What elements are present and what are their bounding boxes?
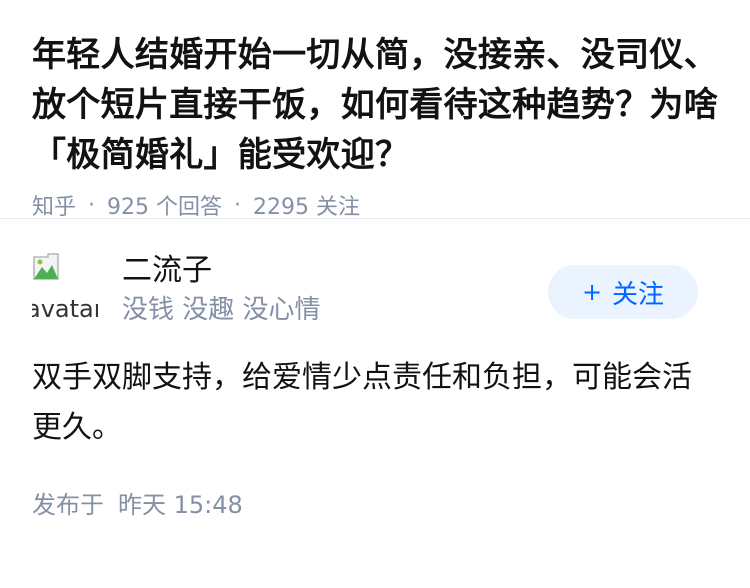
follow-button-label: 关注 — [612, 279, 665, 310]
question-meta: 知乎 · 925 个回答 · 2295 关注 — [32, 189, 718, 221]
plus-icon: + — [581, 278, 603, 306]
answer-card: avatar 二流子 没钱 没趣 没心情 + 关注 双手双脚支持，给爱情少点责任… — [0, 219, 750, 520]
publish-time: 发布于 昨天 15:48 — [32, 485, 718, 520]
author-bio: 没钱 没趣 没心情 — [122, 295, 321, 325]
source-label[interactable]: 知乎 — [32, 189, 76, 221]
question-header: 年轻人结婚开始一切从简，没接亲、没司仪、放个短片直接干饭，如何看待这种趋势？为啥… — [0, 0, 750, 221]
avatar[interactable]: avatar — [32, 253, 98, 319]
meta-separator: · — [88, 192, 96, 218]
broken-image-icon — [33, 253, 59, 280]
answers-count[interactable]: 925 个回答 — [107, 189, 222, 221]
author-name[interactable]: 二流子 — [122, 253, 548, 289]
follow-button[interactable]: + 关注 — [548, 265, 698, 319]
published-time: 昨天 15:48 — [118, 491, 243, 519]
author-row: avatar 二流子 没钱 没趣 没心情 + 关注 — [32, 253, 718, 333]
meta-separator: · — [234, 192, 242, 218]
followers-count: 2295 关注 — [253, 195, 360, 220]
avatar-alt-text: avatar — [32, 295, 98, 319]
author-info: 二流子 没钱 没趣 没心情 — [122, 253, 548, 327]
question-title[interactable]: 年轻人结婚开始一切从简，没接亲、没司仪、放个短片直接干饭，如何看待这种趋势？为啥… — [32, 30, 718, 180]
answer-content[interactable]: 双手双脚支持，给爱情少点责任和负担，可能会活更久。 — [32, 353, 718, 453]
published-label: 发布于 — [32, 491, 104, 519]
